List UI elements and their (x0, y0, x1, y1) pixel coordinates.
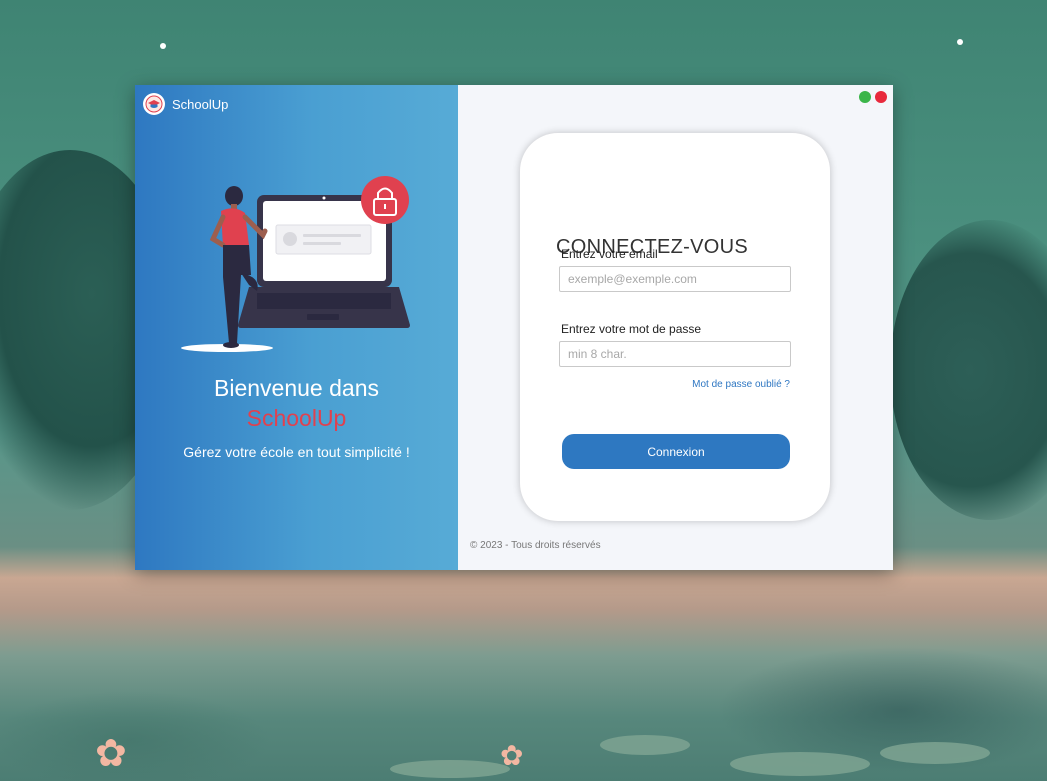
password-label: Entrez votre mot de passe (561, 322, 702, 336)
app-window: SchoolUp Bienvenue dans SchoolUp Gérez v… (135, 85, 893, 570)
wallpaper-lily-pad (880, 742, 990, 764)
email-label: Entrez votre email (561, 247, 658, 261)
login-card: CONNECTEZ-VOUS Entrez votre email Entrez… (520, 133, 830, 521)
email-field[interactable] (559, 266, 791, 292)
wallpaper-lily-pad (600, 735, 690, 755)
wallpaper-star (957, 39, 963, 45)
welcome-line: Bienvenue dans (214, 375, 379, 401)
app-name: SchoolUp (172, 96, 229, 112)
login-button[interactable]: Connexion (562, 434, 790, 469)
wallpaper-lotus: ✿ (500, 740, 524, 771)
wallpaper-lily-pad (730, 752, 870, 776)
laptop-illustration (179, 173, 414, 358)
login-panel: CONNECTEZ-VOUS Entrez votre email Entrez… (458, 85, 893, 570)
welcome-app-name: SchoolUp (246, 405, 347, 431)
copyright-text: © 2023 - Tous droits réservés (470, 540, 601, 551)
wallpaper-tree (890, 220, 1047, 520)
password-field[interactable] (559, 341, 791, 367)
wallpaper-star (160, 43, 166, 49)
graduation-cap-icon (143, 93, 165, 115)
welcome-tagline: Gérez votre école en tout simplicité ! (183, 444, 410, 460)
wallpaper-lotus: ✿ (95, 733, 127, 775)
branding-panel: SchoolUp Bienvenue dans SchoolUp Gérez v… (135, 85, 458, 570)
welcome-heading: Bienvenue dans SchoolUp (135, 373, 458, 433)
forgot-password-link[interactable]: Mot de passe oublié ? (692, 379, 790, 390)
wallpaper-lily-pad (390, 760, 510, 778)
app-brand: SchoolUp (143, 93, 228, 115)
